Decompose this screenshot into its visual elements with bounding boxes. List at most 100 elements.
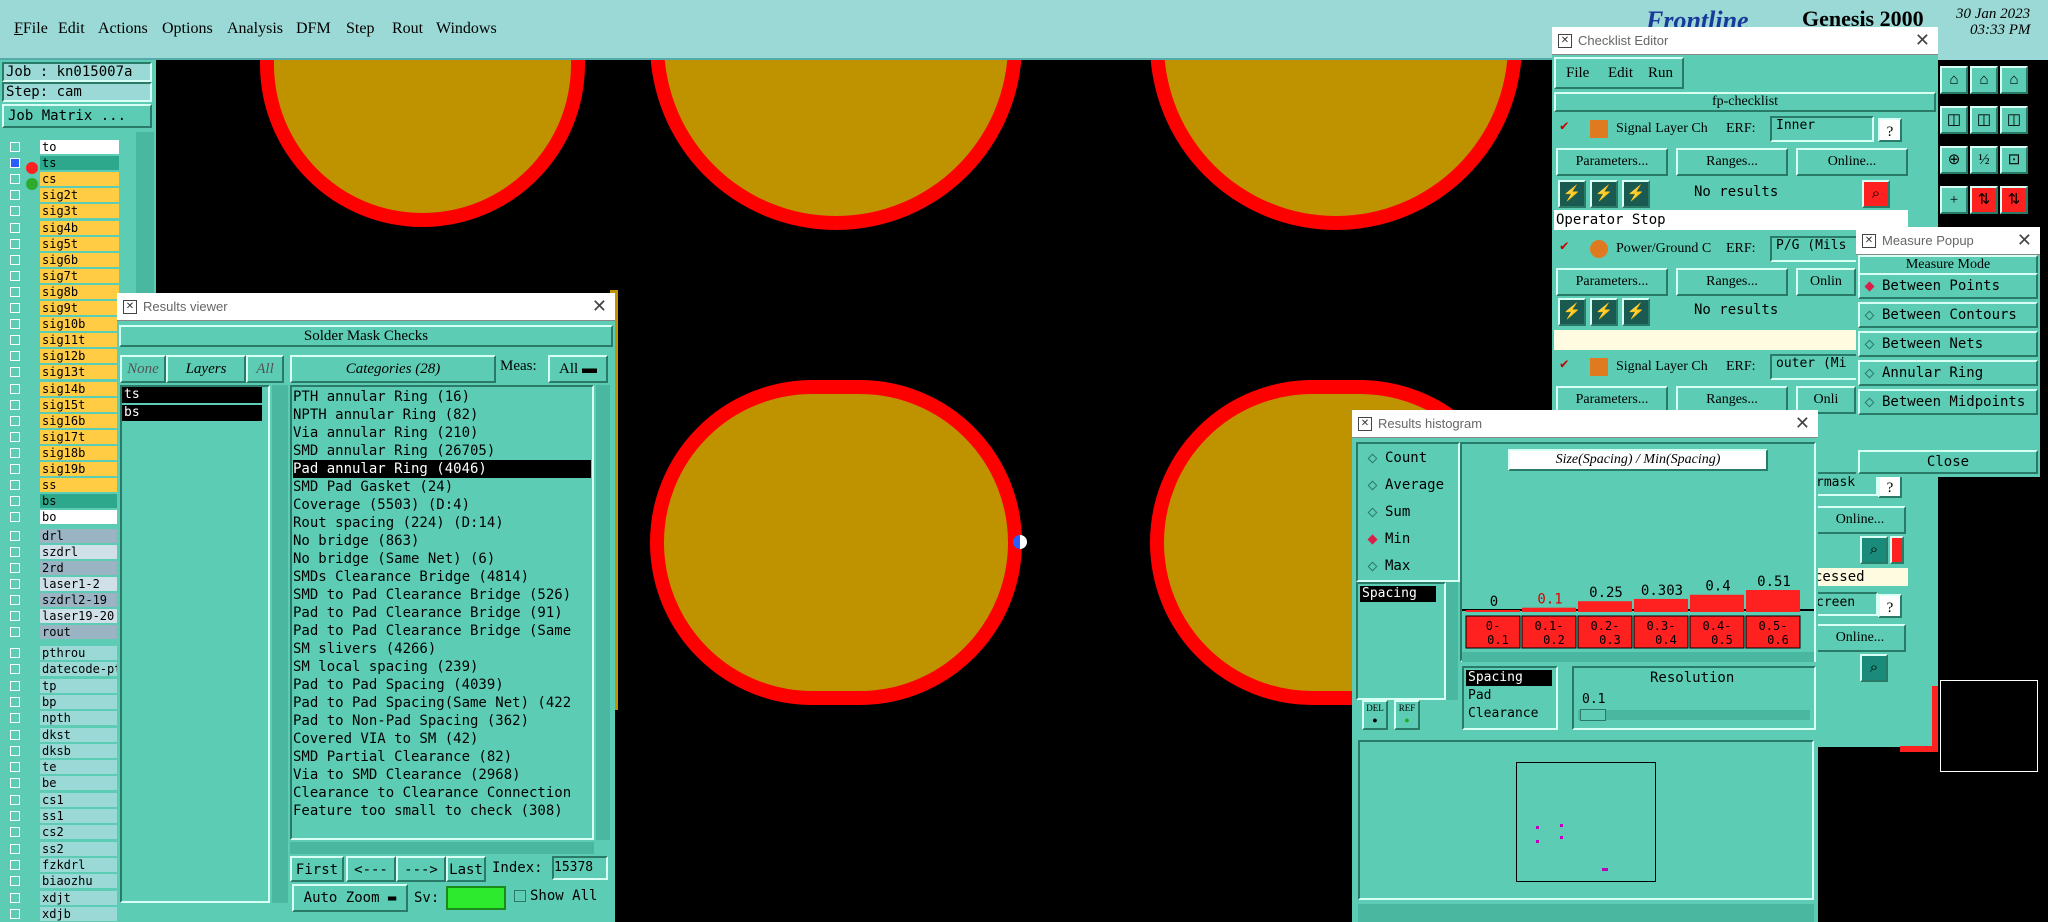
row1-label[interactable]: Signal Layer Ch	[1616, 121, 1708, 137]
mode-between-midpoints[interactable]: Between Midpoints	[1858, 389, 2038, 415]
close-icon[interactable]: ✕	[1915, 27, 1930, 53]
layer-checkbox[interactable]	[10, 512, 20, 523]
row1-ranges-button[interactable]: Ranges...	[1676, 148, 1788, 176]
layer-item[interactable]: datecode-pt	[40, 662, 119, 677]
option-max[interactable]: Max	[1365, 556, 1410, 576]
row1-online-button[interactable]: Online...	[1796, 148, 1908, 176]
window-menu-icon[interactable]: ✕	[1358, 417, 1372, 431]
toolbar-icon[interactable]: ◫	[1940, 106, 1968, 134]
layer-item[interactable]: sig17t	[40, 429, 119, 444]
layer-checkbox[interactable]	[10, 351, 20, 362]
run-icon[interactable]: ⚡	[1622, 298, 1650, 326]
layer-item[interactable]: sig6b	[40, 252, 119, 267]
option-count[interactable]: Count	[1365, 448, 1427, 468]
layer-checkbox[interactable]	[10, 778, 20, 789]
layer-checkbox[interactable]	[10, 664, 20, 675]
toolbar-icon[interactable]: +	[1940, 186, 1968, 214]
fragment-erf-input-2[interactable]: creen	[1814, 592, 1878, 616]
row3-check-icon[interactable]: ✔	[1560, 356, 1568, 372]
window-menu-icon[interactable]: ✕	[1862, 234, 1876, 248]
toolbar-icon[interactable]: ⇅	[1970, 186, 1998, 214]
layer-item[interactable]: sig7t	[40, 268, 119, 283]
show-all-checkbox[interactable]	[514, 890, 526, 902]
row2-check-icon[interactable]: ✔	[1560, 238, 1568, 254]
layer-item[interactable]: to	[40, 140, 119, 154]
row1-check-icon[interactable]: ✔	[1560, 118, 1568, 134]
layer-item[interactable]: cs	[40, 172, 119, 187]
layer-checkbox[interactable]	[10, 335, 20, 346]
category-item[interactable]: Pad annular Ring (4046)	[293, 460, 591, 478]
option-average[interactable]: Average	[1365, 475, 1444, 495]
bottom-list-clearance[interactable]: Clearance	[1468, 706, 1538, 721]
category-item[interactable]: Pad to Pad Clearance Bridge (91)	[293, 604, 591, 622]
layer-checkbox[interactable]	[10, 762, 20, 773]
layer-item[interactable]: sig15t	[40, 397, 119, 412]
layer-item[interactable]: npth	[40, 711, 119, 726]
mode-between-contours[interactable]: Between Contours	[1858, 302, 2038, 328]
layer-item[interactable]: drl	[40, 529, 119, 543]
toolbar-icon[interactable]: ⊕	[1940, 146, 1968, 174]
job-matrix-button[interactable]: Job Matrix ...	[2, 104, 152, 128]
layer-item[interactable]: sig10b	[40, 317, 119, 332]
toolbar-icon[interactable]: ◫	[2000, 106, 2028, 134]
layer-item[interactable]: be	[40, 776, 119, 791]
layer-item[interactable]: sig3t	[40, 204, 119, 219]
layer-checkbox[interactable]	[10, 892, 20, 903]
layer-item[interactable]: sig8b	[40, 284, 119, 299]
next-button[interactable]: --->	[396, 856, 446, 882]
menu-file[interactable]: FFile	[14, 20, 48, 38]
layer-item[interactable]: ss	[40, 478, 119, 493]
layer-item[interactable]: biaozhu	[40, 874, 119, 889]
window-menu-icon[interactable]: ✕	[1558, 34, 1572, 48]
row2-ranges-button[interactable]: Ranges...	[1676, 268, 1788, 296]
layer-checkbox[interactable]	[10, 383, 20, 394]
layer-checkbox[interactable]	[10, 876, 20, 887]
meas-select[interactable]: All ▬	[548, 355, 608, 383]
layer-checkbox[interactable]	[10, 190, 20, 201]
layer-item[interactable]: fzkdrl	[40, 857, 119, 872]
layer-checkbox[interactable]	[10, 158, 20, 169]
layer-item[interactable]: bo	[40, 510, 119, 525]
layer-item[interactable]: sig12b	[40, 349, 119, 364]
mode-annular-ring[interactable]: Annular Ring	[1858, 360, 2038, 386]
layer-checkbox[interactable]	[10, 811, 20, 821]
fragment-online-button[interactable]: Online...	[1814, 506, 1906, 534]
layer-checkbox[interactable]	[10, 254, 20, 265]
category-item[interactable]: Clearance to Clearance Connection	[293, 784, 591, 802]
auto-zoom-select[interactable]: Auto Zoom ▬	[292, 884, 408, 912]
layer-checkbox[interactable]	[10, 174, 20, 185]
layer-item[interactable]: te	[40, 760, 119, 775]
close-icon[interactable]: ✕	[1795, 410, 1810, 436]
layer-checkbox[interactable]	[10, 367, 20, 378]
layer-checkbox[interactable]	[10, 908, 20, 919]
checklist-menu-file[interactable]: File	[1566, 65, 1589, 82]
layer-result-ts[interactable]: ts	[122, 387, 262, 403]
toolbar-icon[interactable]: ⌂	[1970, 66, 1998, 94]
layer-checkbox[interactable]	[10, 627, 20, 637]
close-icon[interactable]: ✕	[592, 293, 607, 319]
layer-checkbox[interactable]	[10, 827, 20, 838]
layer-item[interactable]: cs1	[40, 792, 119, 807]
category-item[interactable]: SMD Partial Clearance (82)	[293, 748, 591, 766]
mode-between-nets[interactable]: Between Nets	[1858, 331, 2038, 357]
menu-rout[interactable]: Rout	[392, 20, 423, 38]
layer-item[interactable]: szdrl	[40, 545, 119, 559]
category-item[interactable]: Pad to Pad Clearance Bridge (Same	[293, 622, 591, 640]
layer-checkbox[interactable]	[10, 579, 20, 589]
menu-analysis[interactable]: Analysis	[227, 20, 283, 38]
toolbar-icon[interactable]: ⌂	[2000, 66, 2028, 94]
run-icon[interactable]: ⚡	[1558, 180, 1586, 208]
layer-checkbox[interactable]	[10, 595, 20, 605]
layer-checkbox[interactable]	[10, 794, 20, 805]
categories-hscroll[interactable]	[290, 842, 594, 854]
category-item[interactable]: Covered VIA to SM (42)	[293, 730, 591, 748]
layer-item[interactable]: sig11t	[40, 333, 119, 348]
layer-item[interactable]: sig9t	[40, 301, 119, 315]
layer-item[interactable]: laser1-2	[40, 577, 119, 591]
row1-results-icon[interactable]: ⌕	[1862, 180, 1890, 208]
layer-item[interactable]: sig4b	[40, 220, 119, 235]
layer-checkbox[interactable]	[10, 238, 20, 249]
layer-item[interactable]: sig18b	[40, 445, 119, 460]
layer-checkbox[interactable]	[10, 319, 20, 330]
fragment-results-icon[interactable]: ⌕	[1860, 536, 1888, 564]
